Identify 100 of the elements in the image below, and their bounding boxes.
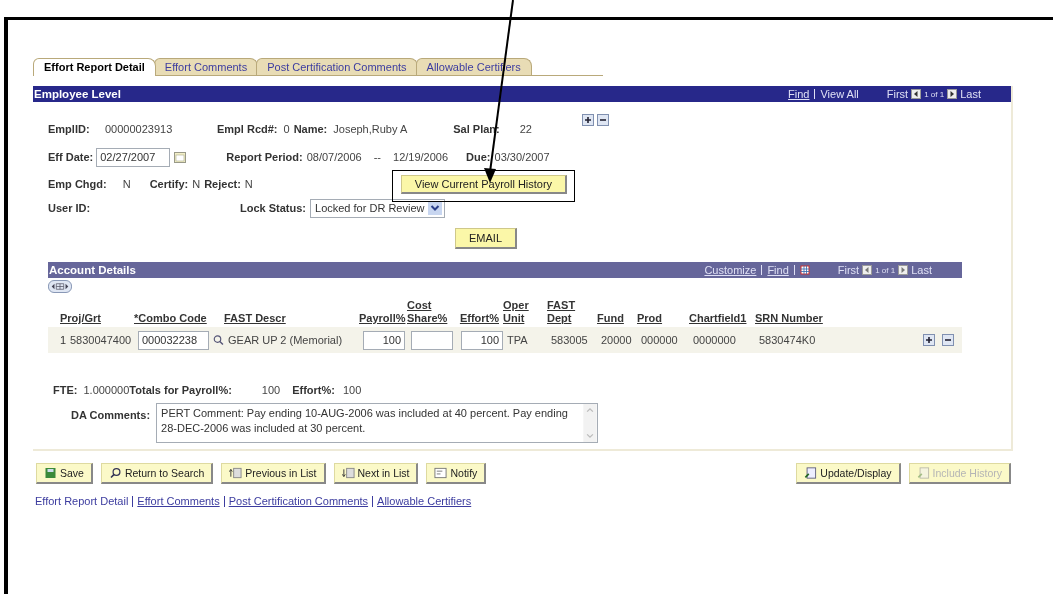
table-cell: 0000000 (693, 334, 736, 346)
document-icon (804, 467, 818, 479)
lock-status-dropdown[interactable]: Locked for DR Review (310, 198, 446, 218)
calendar-icon[interactable] (174, 151, 187, 163)
footer-link[interactable]: Effort Report Detail (35, 495, 129, 507)
field-value: 100 (261, 384, 281, 396)
column-header[interactable]: Oper Unit (503, 299, 547, 325)
toolbar-button[interactable]: Update/Display (796, 463, 901, 484)
column-header[interactable]: Payroll% (359, 312, 407, 325)
column-header[interactable]: Chartfield1 (689, 312, 755, 325)
table-cell: 000000 (641, 334, 678, 346)
field-value: 22 (519, 123, 532, 135)
scrollbar[interactable] (583, 404, 598, 442)
field-label: Report Period: (226, 151, 303, 163)
show-all-columns-icon[interactable] (48, 280, 72, 293)
field-value: 03/30/2007 (494, 151, 550, 163)
table-input-field[interactable]: 100 (363, 330, 405, 350)
toolbar-button[interactable]: Notify (426, 463, 487, 484)
table-input-field[interactable] (411, 330, 453, 350)
column-header[interactable]: Fund (597, 312, 637, 325)
row-number: 1 (60, 334, 68, 346)
view-all-link[interactable]: View All (820, 88, 859, 100)
toolbar-button[interactable]: Previous in List (221, 463, 326, 484)
field-value: 100 (342, 384, 362, 396)
field-value: Joseph,Ruby A (333, 123, 409, 135)
add-icon[interactable] (582, 114, 594, 126)
field-value: 00000023913 (105, 123, 174, 135)
toolbar-button[interactable]: Return to Search (100, 463, 214, 484)
column-header[interactable]: FAST Descr (224, 312, 359, 325)
previous-icon[interactable] (862, 265, 873, 275)
toolbar-button[interactable]: Next in List (333, 463, 419, 484)
section-title: Account Details (48, 264, 136, 276)
field-label: EmplID: (48, 123, 91, 135)
add-row-icon[interactable] (923, 334, 935, 346)
first-label: First (886, 88, 909, 100)
footer-link[interactable]: Allowable Certifiers (377, 495, 472, 507)
table-cell: GEAR UP 2 (Memorial) (228, 334, 343, 346)
document-icon (916, 467, 930, 479)
field-value: N (244, 178, 253, 190)
date-field[interactable]: 02/27/2007 (96, 147, 171, 167)
first-label: First (837, 264, 860, 276)
payroll-history-button[interactable]: View Current Payroll History (400, 174, 568, 194)
table-cell: 5830474K0 (759, 334, 816, 346)
down-list-icon (341, 467, 355, 479)
last-label: Last (911, 264, 932, 276)
footer-link[interactable]: Effort Comments (137, 495, 220, 507)
section-title: Employee Level (33, 88, 121, 100)
field-label: Effort%: (292, 384, 335, 396)
note-icon (434, 467, 448, 479)
field-label: Certify: (149, 178, 189, 190)
table-cell: 20000 (601, 334, 632, 346)
toolbar-button[interactable]: Save (36, 463, 93, 484)
last-label: Last (960, 88, 981, 100)
comments-text-area[interactable]: PERT Comment: Pay ending 10-AUG-2006 was included at 40 percent. Pay ending 28-DEC-2006 was included at 30 percent. (156, 403, 599, 443)
previous-icon[interactable] (911, 89, 922, 99)
field-label: Eff Date: (48, 151, 94, 163)
remove-icon[interactable] (597, 114, 609, 126)
date-separator: -- (373, 151, 382, 163)
next-icon[interactable] (898, 265, 909, 275)
field-value: 0 (283, 123, 290, 135)
tab[interactable]: Effort Report Detail (33, 58, 156, 76)
field-label: Lock Status: (240, 202, 306, 214)
tab[interactable]: Effort Comments (153, 58, 259, 75)
field-label: Empl Rcd#: (217, 123, 278, 135)
customize-link[interactable]: Customize (704, 264, 757, 276)
column-header[interactable]: Proj/Grt (52, 312, 134, 325)
field-label: Due: (466, 151, 491, 163)
column-header[interactable]: SRN Number (755, 312, 845, 325)
field-label: FTE: (53, 384, 78, 396)
next-icon[interactable] (947, 89, 958, 99)
field-value: 12/19/2006 (393, 151, 449, 163)
field-value: 08/07/2006 (306, 151, 362, 163)
save-icon (44, 467, 57, 479)
table-cell: 5830047400 (70, 334, 132, 346)
email-button[interactable]: EMAIL (455, 228, 517, 249)
find-link[interactable]: Find (788, 88, 810, 100)
column-header[interactable]: Cost Share% (407, 299, 457, 325)
field-label: User ID: (48, 202, 92, 214)
field-label: Emp Chgd: (48, 178, 107, 190)
footer-link[interactable]: Post Certification Comments (228, 495, 369, 507)
field-value: 1.000000 (83, 384, 130, 396)
column-header[interactable]: Prod (637, 312, 689, 325)
spreadsheet-icon[interactable] (799, 265, 810, 275)
table-input-field[interactable]: 100 (461, 330, 503, 350)
column-header[interactable]: Effort% (457, 312, 503, 325)
field-value: N (122, 178, 132, 190)
field-label: DA Comments: (71, 409, 151, 421)
combo-code-field[interactable]: 000032238 (138, 330, 210, 350)
up-list-icon (229, 467, 243, 479)
column-header[interactable]: FAST Dept (547, 299, 597, 325)
page-count: 1 of 1 (875, 265, 896, 275)
search-icon[interactable] (213, 334, 224, 346)
table-cell: TPA (507, 334, 528, 346)
find-link[interactable]: Find (767, 264, 789, 276)
search-icon (108, 467, 122, 479)
delete-row-icon[interactable] (942, 334, 954, 346)
field-value: N (192, 178, 201, 190)
column-header[interactable]: *Combo Code (134, 312, 224, 325)
page-count: 1 of 1 (924, 89, 945, 99)
tab[interactable]: Post Certification Comments (256, 58, 418, 75)
